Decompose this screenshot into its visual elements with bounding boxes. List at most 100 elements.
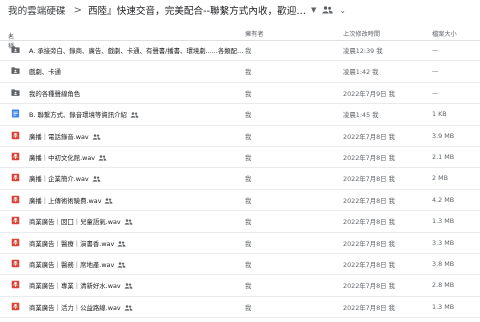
file-size: — [432,88,439,97]
file-size: 2 MB [432,174,448,183]
file-name[interactable]: 商業廣告｜活力｜公益路線.wav [29,303,133,312]
file-modified: 2022年7月8日 我 [343,303,395,312]
file-row[interactable]: 廣播｜企業簡介.wav 我 2022年7月8日 我 2 MB [0,168,480,190]
sort-arrow-icon[interactable]: ↓ [8,32,13,39]
file-row[interactable]: 商業廣告｜專業｜清新好水.wav 我 2022年7月8日 我 2.8 MB [0,275,480,297]
audio-file-icon [11,259,20,268]
folder-menu-caret-icon[interactable]: ▼ [311,6,316,14]
file-owner: 我 [245,68,252,77]
file-row[interactable]: 商業廣告｜活力｜公益路線.wav 我 2022年7月8日 我 1.3 MB [0,297,480,319]
file-size: — [432,67,439,76]
audio-file-icon [11,302,20,310]
file-name[interactable]: 商業廣告｜醫療｜演書香.wav [29,239,126,248]
shared-people-icon [117,262,126,268]
file-owner: 我 [245,111,252,120]
google-doc-icon [11,109,20,118]
file-row[interactable]: 商業廣告｜醫務｜席地產.wav 我 2022年7月8日 我 3.8 MB [0,254,480,276]
shared-people-icon [117,240,126,247]
column-size[interactable]: 檔案大小 [432,29,457,38]
file-modified: 2022年7月8日 我 [343,175,395,184]
file-name[interactable]: 廣播｜企業簡介.wav [29,174,101,183]
shared-folder-icon [11,67,20,75]
audio-file-icon [11,195,20,204]
file-row[interactable]: 商業廣告｜醫療｜演書香.wav 我 2022年7月8日 我 3.3 MB [0,233,480,254]
file-name[interactable]: 廣播｜電話錄音.wav [29,132,101,141]
breadcrumb-separator: > [73,4,82,16]
shared-folder-icon [11,89,20,96]
file-row[interactable]: B. 聯繫方式、錄音環境等資訊介紹 我 凌晨1:45 我 1 KB [0,104,480,126]
file-owner: 我 [245,196,252,205]
file-modified: 2022年7月8日 我 [343,132,395,141]
file-modified: 2022年7月8日 我 [343,153,395,162]
file-size: 3.9 MB [432,131,455,140]
file-modified: 2022年7月8日 我 [343,260,395,269]
file-modified: 2022年7月9日 我 [343,89,395,98]
audio-file-icon [11,174,20,182]
shared-people-icon [124,304,133,311]
file-owner: 我 [245,175,252,184]
breadcrumb: 我的雲端硬碟 > 西陸』快速交音，完美配合--聯繫方式內收，歡迎詳洽-- ▼ ⌄ [0,0,480,21]
shared-people-icon [124,283,133,289]
file-owner: 我 [245,218,252,227]
file-name[interactable]: 商業廣告｜囡囗｜兒童語氣.wav [29,217,133,226]
file-size: 3.3 MB [432,238,455,247]
file-name[interactable]: 商業廣告｜醫務｜席地產.wav [29,260,126,269]
file-modified: 凌晨1:45 我 [343,111,379,120]
file-row[interactable]: 廣播｜中初文化館.wav 我 2022年7月8日 我 2.1 MB [0,147,480,169]
audio-file-icon [11,238,20,246]
file-modified: 2022年7月8日 我 [343,196,395,205]
file-owner: 我 [245,153,252,162]
shared-people-icon [105,197,113,204]
file-row[interactable]: 廣播｜電話錄音.wav 我 2022年7月8日 我 3.9 MB [0,126,480,147]
shared-folder-icon [11,46,20,53]
file-modified: 2022年7月8日 我 [343,239,395,248]
file-modified: 凌晨12:39 我 [343,47,383,55]
file-owner: 我 [245,303,252,312]
audio-file-icon [11,216,20,225]
column-owner[interactable]: 擁有者 [245,29,264,38]
audio-file-icon [11,281,20,289]
file-modified: 凌晨1:42 我 [343,68,379,77]
column-modified[interactable]: 上次修改時間 [343,29,380,38]
shared-people-icon [322,6,334,14]
file-name[interactable]: A. 承接旁白、錄商、廣告、戲劇、卡通、有聲書/播書、環境劇......各類配音… [29,46,249,55]
shared-people-icon [92,133,101,140]
file-size: 1.3 MB [432,302,455,311]
file-size: 1 KB [432,110,447,119]
file-row[interactable]: 戲劇、卡通 我 凌晨1:42 我 — [0,61,480,83]
file-owner: 我 [245,47,252,55]
shared-people-icon [124,219,133,225]
file-size: 4.2 MB [432,195,455,204]
breadcrumb-current-folder[interactable]: 西陸』快速交音，完美配合--聯繫方式內收，歡迎詳洽-- [88,3,306,17]
file-name[interactable]: 商業廣告｜專業｜清新好水.wav [29,281,133,290]
audio-file-icon [11,131,20,139]
file-owner: 我 [245,260,252,269]
file-modified: 2022年7月8日 我 [343,282,395,291]
shared-people-icon [130,112,139,118]
file-name[interactable]: B. 聯繫方式、錄音環境等資訊介紹 [29,110,139,119]
file-row[interactable]: A. 承接旁白、錄商、廣告、戲劇、卡通、有聲書/播書、環境劇......各類配音… [0,40,480,62]
file-owner: 我 [245,282,252,291]
shared-people-icon [92,176,101,182]
file-name[interactable]: 廣播｜中初文化館.wav [29,153,107,162]
file-name[interactable]: 我的各種聲線角色 [29,89,80,98]
file-row[interactable]: 商業廣告｜囡囗｜兒童語氣.wav 我 2022年7月8日 我 1.3 MB [0,211,480,233]
file-owner: 我 [245,239,252,248]
file-row[interactable]: 我的各種聲線角色 我 2022年7月9日 我 — [0,83,480,105]
audio-file-icon [11,152,20,161]
file-owner: 我 [245,89,252,98]
chevron-down-icon[interactable]: ⌄ [339,6,346,15]
file-size: 1.3 MB [432,217,455,226]
file-name[interactable]: 戲劇、卡通 [29,67,61,76]
shared-people-icon [98,155,107,161]
file-list: A. 承接旁白、錄商、廣告、戲劇、卡通、有聲書/播書、環境劇......各類配音… [0,40,480,319]
file-owner: 我 [245,132,252,141]
file-name[interactable]: 廣播｜上傳術術驗費.wav [29,196,113,205]
file-size: — [432,46,439,54]
file-size: 2.8 MB [432,281,455,290]
breadcrumb-root[interactable]: 我的雲端硬碟 [8,3,66,17]
file-size: 2.1 MB [432,152,455,161]
file-modified: 2022年7月8日 我 [343,218,395,227]
file-size: 3.8 MB [432,259,455,268]
file-row[interactable]: 廣播｜上傳術術驗費.wav 我 2022年7月8日 我 4.2 MB [0,190,480,212]
